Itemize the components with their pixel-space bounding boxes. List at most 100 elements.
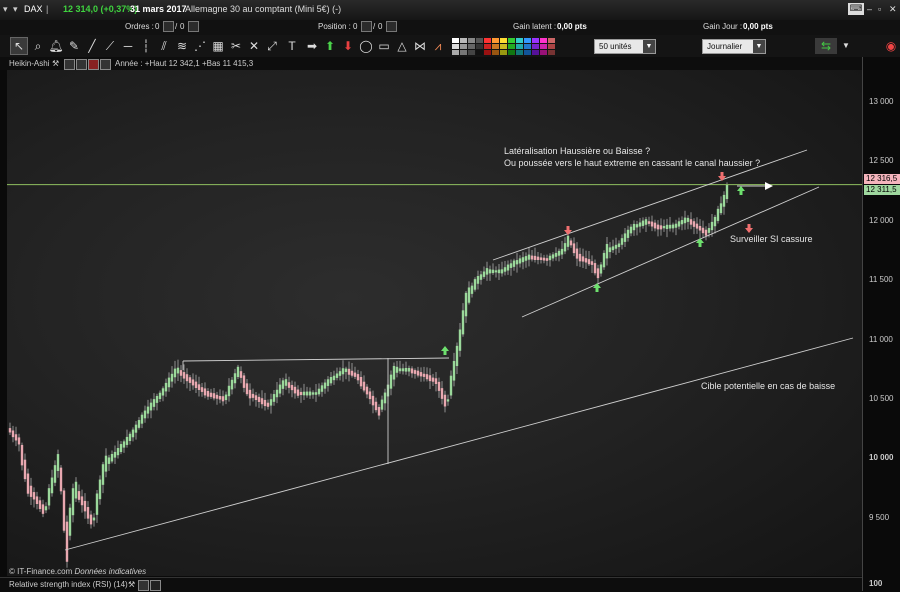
trendline-icon[interactable]: ╱ xyxy=(84,38,100,54)
zigzag-icon[interactable]: ⩘ xyxy=(430,38,446,54)
candle-body xyxy=(77,491,81,500)
period-select[interactable]: Journalier ▼ xyxy=(702,39,766,54)
candle-body xyxy=(473,279,477,290)
candle-body xyxy=(299,391,303,396)
zoom-icon[interactable]: ⌕ xyxy=(30,38,46,54)
candle-body xyxy=(425,374,429,380)
candle-body xyxy=(380,399,384,410)
candle-body xyxy=(329,377,333,384)
candle-body xyxy=(353,372,357,377)
candle-body xyxy=(95,493,99,515)
window-icon[interactable] xyxy=(64,59,75,70)
flag-icon[interactable] xyxy=(88,59,99,70)
eraser-icon[interactable]: ✎ xyxy=(66,38,82,54)
candle-body xyxy=(188,377,192,383)
close-icon[interactable] xyxy=(100,59,111,70)
settings-icon[interactable]: ◉ xyxy=(883,38,899,54)
arrow-up-icon[interactable]: ⬆ xyxy=(322,38,338,54)
cursor-icon[interactable]: ↖ xyxy=(10,37,28,55)
units-select[interactable]: 50 unités ▼ xyxy=(594,39,656,54)
gain-jour-label: Gain Jour : xyxy=(703,22,743,31)
candle-body xyxy=(164,382,168,392)
maximize-icon[interactable]: ▫ xyxy=(878,4,881,14)
pattern-icon[interactable]: ⋈ xyxy=(412,38,428,54)
indicators-icon[interactable]: ⇆ xyxy=(815,38,837,54)
candle-body xyxy=(317,388,321,395)
candle-body xyxy=(140,414,144,424)
menu-arrow-icon[interactable]: ▾ xyxy=(3,4,8,15)
price-chart[interactable]: Latéralisation Haussière ou Baisse ? Ou … xyxy=(7,70,862,576)
indicator-name[interactable]: Relative strength index (RSI) (14) xyxy=(9,580,128,589)
bell-icon[interactable]: 🔔︎ xyxy=(48,38,64,54)
instrument-name: Allemagne 30 au comptant (Mini 5€) (-) xyxy=(185,4,342,14)
position-spinner-2[interactable] xyxy=(383,21,397,32)
candle-body xyxy=(671,224,675,229)
candle-body xyxy=(539,257,543,261)
candle-body xyxy=(101,464,105,485)
candle-body xyxy=(302,391,306,396)
window-icon[interactable] xyxy=(138,580,149,591)
candle-body xyxy=(482,271,486,277)
rectangle-icon[interactable]: ▭ xyxy=(376,38,392,54)
candle-body xyxy=(524,256,528,261)
minimize-icon[interactable]: – xyxy=(867,4,872,14)
candle-body xyxy=(587,259,591,265)
restore-icon[interactable] xyxy=(76,59,87,70)
line-icon[interactable]: ⟋ xyxy=(102,38,118,54)
tools-icon[interactable]: ✂ xyxy=(228,38,244,54)
fan-icon[interactable]: ⋰ xyxy=(192,38,208,54)
candle-body xyxy=(536,256,540,261)
candle-body xyxy=(230,379,234,390)
candle-body xyxy=(137,420,141,428)
close-icon[interactable]: ✕ xyxy=(889,4,897,15)
dropdown-icon[interactable]: ▾ xyxy=(13,4,18,15)
ellipse-icon[interactable]: ◯ xyxy=(358,38,374,54)
candle-body xyxy=(14,434,18,441)
candle-body xyxy=(416,370,420,376)
indicator-bar: Relative strength index (RSI) (14) ⚒ xyxy=(0,577,862,592)
candle-body xyxy=(488,269,492,274)
arrow-down-icon[interactable]: ⬇ xyxy=(340,38,356,54)
chevron-down-icon: ▼ xyxy=(753,40,765,53)
price-axis[interactable]: 13 000 12 500 12 000 11 500 11 000 10 50… xyxy=(862,57,900,591)
wrench-icon[interactable]: ⚒ xyxy=(128,580,135,589)
candle-body xyxy=(305,391,309,396)
candle-body xyxy=(635,224,639,228)
arrow-right-icon[interactable]: ➡ xyxy=(304,38,320,54)
ray-icon[interactable]: ⤢ xyxy=(264,38,280,54)
candle-body xyxy=(344,368,348,372)
title-bar: ▾ ▾ DAX | 12 314,0 (+0,37%) 31 mars 2017… xyxy=(0,0,900,21)
hline-icon[interactable]: ─ xyxy=(120,38,136,54)
orders-spinner-2[interactable] xyxy=(185,21,199,32)
orders-spinner[interactable] xyxy=(160,21,174,32)
candle-body xyxy=(104,455,108,472)
wrench-icon[interactable]: ⚒ xyxy=(52,59,59,68)
triangle-icon[interactable]: △ xyxy=(394,38,410,54)
candle-body xyxy=(194,381,198,389)
cross-icon[interactable]: ✕ xyxy=(246,38,262,54)
chart-type-label[interactable]: Heikin-Ashi xyxy=(9,59,49,68)
candle-body xyxy=(620,238,624,245)
tick-label: 12 500 xyxy=(869,156,894,165)
chevron-down-icon[interactable]: ▼ xyxy=(838,38,854,54)
channel-icon[interactable]: ⫽ xyxy=(156,38,172,54)
candle-body xyxy=(446,399,450,402)
candle-body xyxy=(659,225,663,230)
color-palette[interactable] xyxy=(452,38,556,55)
range-text: Année : +Haut 12 342,1 +Bas 11 415,3 xyxy=(115,59,254,68)
candle-body xyxy=(599,264,603,274)
keyboard-icon[interactable]: ⌨ xyxy=(848,3,864,15)
text-icon[interactable]: T xyxy=(284,38,300,54)
grid-icon[interactable]: ▦ xyxy=(210,38,226,54)
close-icon[interactable] xyxy=(150,580,161,591)
candle-body xyxy=(326,379,330,386)
candle-body xyxy=(392,365,396,380)
candle-body xyxy=(308,391,312,396)
fibonacci-icon[interactable]: ≋ xyxy=(174,38,190,54)
position-spinner[interactable] xyxy=(358,21,372,32)
copyright: © IT-Finance.com xyxy=(9,567,73,576)
vline-icon[interactable]: ┆ xyxy=(138,38,154,54)
candle-body xyxy=(296,389,300,396)
candle-body xyxy=(470,285,474,294)
symbol-label[interactable]: DAX xyxy=(24,4,43,14)
